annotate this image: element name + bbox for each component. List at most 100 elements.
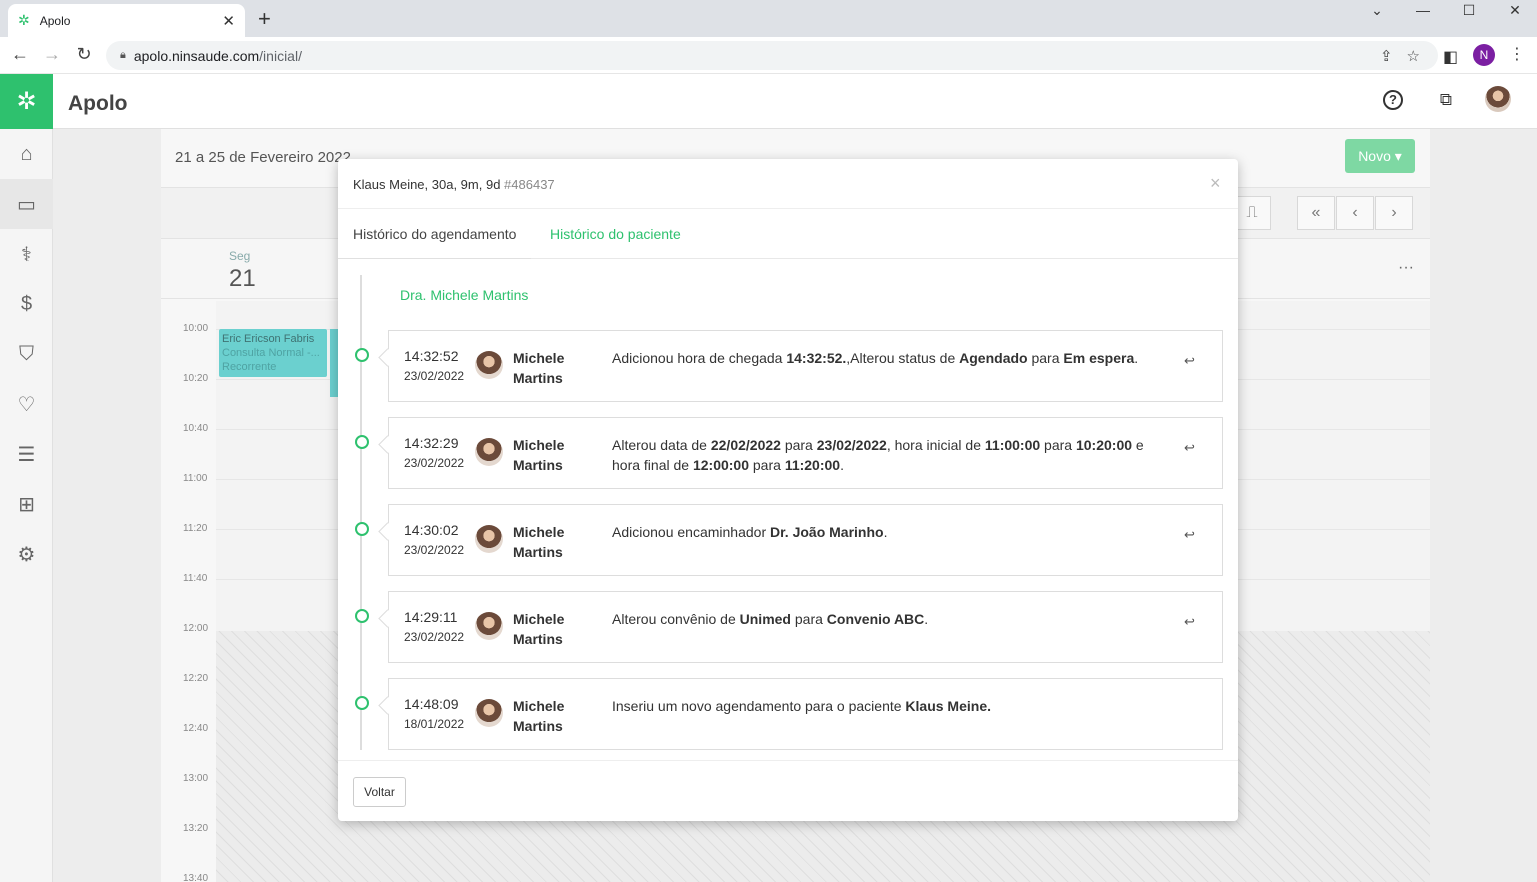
heartbeat-icon: ♡ xyxy=(17,393,36,416)
bag-icon: ⛉ xyxy=(19,342,34,365)
apolo-logo-icon[interactable]: ✲ xyxy=(0,74,53,129)
entry-highlight: Convenio ABC xyxy=(826,611,925,627)
sidebar-item-settings[interactable]: ⚙ xyxy=(0,529,53,579)
user-avatar[interactable] xyxy=(1485,86,1511,112)
entry-text: para xyxy=(1040,437,1076,453)
more-options-icon[interactable]: ··· xyxy=(1398,259,1414,277)
calendar-event[interactable]: Eric Ericson Fabris Consulta Normal -...… xyxy=(219,329,327,377)
undo-icon[interactable]: ↩ xyxy=(1184,440,1195,456)
time-label: 12:00 xyxy=(183,623,209,634)
tab-title: Apolo xyxy=(39,13,71,28)
event-status: Recorrente xyxy=(222,361,277,373)
bookmark-star-icon[interactable]: ☆ xyxy=(1407,47,1420,65)
forward-icon[interactable]: → xyxy=(40,44,64,65)
entry-text: , hora inicial de xyxy=(886,437,985,453)
user-avatar xyxy=(475,351,503,379)
new-button[interactable]: Novo ▾ xyxy=(1345,139,1415,173)
entry-text: Adicionou hora de chegada xyxy=(612,350,787,366)
user-avatar xyxy=(475,438,503,466)
print-icon[interactable]: ⎍ xyxy=(1233,196,1271,230)
url-host: apolo.ninsaude.com xyxy=(133,47,260,64)
entry-highlight: Agendado xyxy=(959,350,1028,366)
lock-icon: 🔒︎ xyxy=(120,49,126,61)
list-icon: ☰ xyxy=(17,443,36,466)
sidebar-item-home[interactable]: ⌂ xyxy=(0,129,53,179)
sidebar-item-reports[interactable]: ☰ xyxy=(0,429,53,479)
tab-close-icon[interactable]: ✕ xyxy=(222,12,235,30)
entry-text: Alterou data de xyxy=(612,437,711,453)
history-entry: 14:32:52 23/02/2022 Michele Martins Adicion… xyxy=(388,330,1223,402)
back-button[interactable]: Voltar xyxy=(353,777,406,807)
close-window-icon[interactable]: ✕ xyxy=(1495,0,1535,20)
entry-text: ,Alterou status de xyxy=(846,350,960,366)
chat-icon[interactable]: ⧉ xyxy=(1434,88,1458,112)
new-tab-icon[interactable]: + xyxy=(258,6,271,32)
history-timeline: Dra. Michele Martins 14:32:52 23/02/2022 M… xyxy=(338,260,1238,760)
undo-icon[interactable]: ↩ xyxy=(1184,353,1195,369)
history-entry: 14:32:29 23/02/2022 Michele Martins Alterou… xyxy=(388,417,1223,489)
undo-icon[interactable]: ↩ xyxy=(1184,527,1195,543)
entry-description: Alterou data de 22/02/2022 para 23/02/20… xyxy=(612,435,1152,475)
reload-icon[interactable]: ↻ xyxy=(72,44,96,65)
entry-text: . xyxy=(924,611,929,627)
tab-search-icon[interactable]: ⌄ xyxy=(1357,0,1397,20)
patient-id: #486437 xyxy=(504,177,555,192)
browser-tab[interactable]: ✲ Apolo ✕ xyxy=(8,4,245,37)
entry-user: Michele Martins xyxy=(513,698,565,734)
entry-user: Michele Martins xyxy=(513,350,565,386)
side-panel-icon[interactable]: ◧ xyxy=(1443,47,1458,67)
time-label: 11:00 xyxy=(183,473,208,484)
day-of-week: Seg xyxy=(229,249,251,263)
sidebar-item-finance[interactable]: $ xyxy=(0,279,53,329)
entry-text: . xyxy=(1134,350,1139,366)
history-entry: 14:29:11 23/02/2022 Michele Martins Alterou… xyxy=(388,591,1223,663)
entry-highlight: 23/02/2022 xyxy=(816,437,887,453)
entry-time: 14:32:52 xyxy=(404,348,459,364)
history-entry: 14:30:02 23/02/2022 Michele Martins Adicion… xyxy=(388,504,1223,576)
stethoscope-icon: ⚕ xyxy=(21,243,32,266)
tab-patient-history[interactable]: Histórico do paciente xyxy=(535,209,696,259)
history-entry: 14:48:09 18/01/2022 Michele Martins Inseriu… xyxy=(388,678,1223,750)
back-icon[interactable]: ← xyxy=(8,44,32,65)
prev-week-icon[interactable]: ‹ xyxy=(1336,196,1374,230)
next-week-icon[interactable]: › xyxy=(1375,196,1413,230)
sidebar-item-health[interactable]: ♡ xyxy=(0,379,53,429)
home-icon: ⌂ xyxy=(20,142,33,165)
maximize-icon[interactable]: ☐ xyxy=(1449,0,1489,20)
entry-time: 14:48:09 xyxy=(404,696,459,712)
entry-text: . xyxy=(883,524,888,540)
sidebar-item-dashboard[interactable]: ⊞ xyxy=(0,479,53,529)
sidebar-item-stock[interactable]: ⛉ xyxy=(0,329,53,379)
help-icon[interactable]: ? xyxy=(1383,90,1403,110)
address-bar[interactable]: 🔒︎ apolo.ninsaude.com/inicial/ ⇪ ☆ xyxy=(106,41,1438,70)
browser-menu-icon[interactable]: ⋮ xyxy=(1509,44,1525,64)
sidebar-item-calendar[interactable]: ▭ xyxy=(0,179,53,229)
first-page-icon[interactable]: « xyxy=(1297,196,1335,230)
entry-highlight: Unimed xyxy=(739,611,791,627)
minimize-icon[interactable]: — xyxy=(1403,0,1443,20)
day-number: 21 xyxy=(229,265,256,292)
time-label: 13:00 xyxy=(183,773,209,784)
user-avatar xyxy=(475,525,503,553)
sidebar-item-clinical[interactable]: ⚕ xyxy=(0,229,53,279)
time-label: 10:40 xyxy=(183,423,209,434)
entry-date: 23/02/2022 xyxy=(404,369,465,383)
entry-highlight: Em espera xyxy=(1063,350,1135,366)
close-icon[interactable]: × xyxy=(1210,173,1221,194)
time-label: 11:20 xyxy=(183,523,208,534)
entry-highlight: Dr. João Marinho xyxy=(770,524,884,540)
undo-icon[interactable]: ↩ xyxy=(1184,614,1195,630)
entry-text: para xyxy=(790,611,827,627)
timeline-dot-icon xyxy=(355,609,369,623)
entry-text: para xyxy=(749,457,785,473)
browser-profile-avatar[interactable]: N xyxy=(1473,44,1495,66)
entry-highlight: 11:20:00 xyxy=(784,457,841,473)
entry-description: Inseriu um novo agendamento para o pacie… xyxy=(612,696,1152,716)
entry-highlight: 10:20:00 xyxy=(1075,437,1133,453)
entry-text: para xyxy=(780,437,817,453)
share-icon[interactable]: ⇪ xyxy=(1380,47,1393,65)
entry-text: para xyxy=(1027,350,1064,366)
doctor-name: Dra. Michele Martins xyxy=(400,287,529,303)
entry-time: 14:32:29 xyxy=(404,435,459,451)
tab-appointment-history[interactable]: Histórico do agendamento xyxy=(338,209,532,259)
